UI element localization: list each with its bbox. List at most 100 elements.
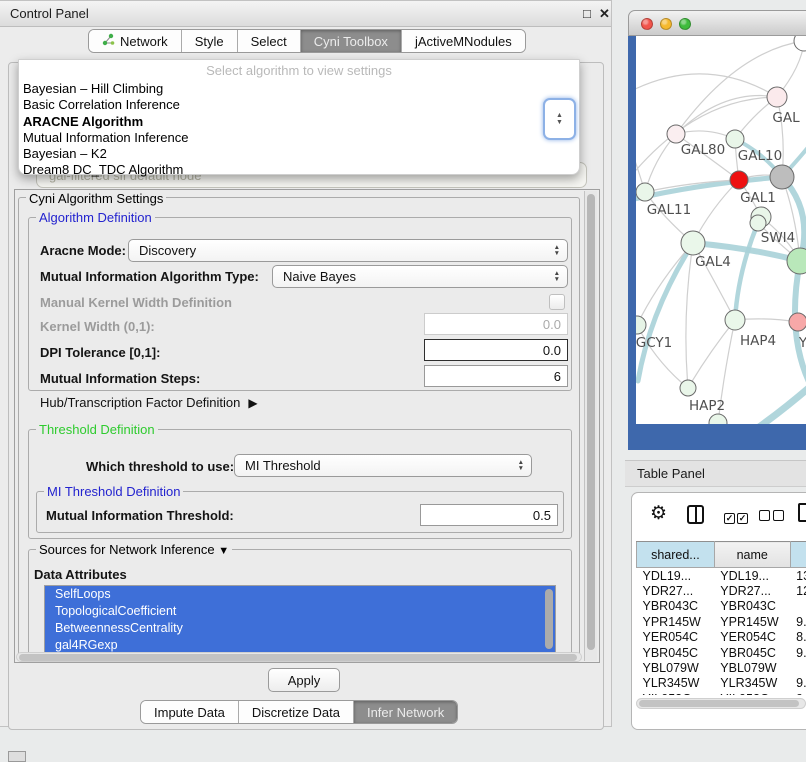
settings-vertical-scrollbar[interactable] [584,191,597,661]
network-edge [686,243,693,388]
table-cell: YLR345W [714,676,790,691]
table-row[interactable]: YIL052CYIL052C9 [637,691,806,695]
network-node[interactable] [770,165,794,189]
checked-checkboxes-icon[interactable]: ✓✓ [724,508,748,526]
mi-threshold-label: Mutual Information Threshold: [46,508,234,523]
table-cell: YPR145W [637,614,715,629]
network-edge [645,134,676,192]
table-cell: YBR043C [714,599,790,614]
which-threshold-combobox[interactable]: MI Threshold ▲▼ [234,454,532,477]
tab-infer-network[interactable]: Infer Network [354,701,457,723]
algorithm-option[interactable]: Dream8 DC_TDC Algorithm [19,162,579,178]
algorithm-option[interactable]: ARACNE Algorithm [19,114,579,130]
hub-definition-toggle[interactable]: Hub/Transcription Factor Definition▶ [40,395,258,410]
network-canvas[interactable]: GALGAL80GAL10GAL1GAL11SWI4GAL4GCY1HAP4YH… [636,36,806,424]
attributes-scrollbar[interactable] [543,587,554,653]
kernel-width-field[interactable]: 0.0 [424,313,568,335]
network-node[interactable] [636,316,646,334]
settings-gear-icon[interactable]: ⚙ [650,502,667,525]
dpi-tolerance-value: 0.0 [543,343,561,358]
split-columns-icon[interactable] [687,505,704,524]
network-window-titlebar[interactable] [628,10,806,36]
dpi-tolerance-label: DPI Tolerance [0,1]: [40,345,160,360]
network-node[interactable] [680,380,696,396]
network-node[interactable] [667,125,685,143]
mi-steps-field[interactable]: 6 [424,365,568,387]
table-row[interactable]: YDR27...YDR27...12 [637,583,806,598]
network-node[interactable] [709,414,727,424]
tab-style[interactable]: Style [182,30,238,52]
network-node[interactable] [726,130,744,148]
network-edge-thick [735,223,758,320]
tab-cyni-toolbox[interactable]: Cyni Toolbox [301,30,402,52]
bottom-tab-bar: Impute DataDiscretize DataInfer Network [140,700,458,724]
collapse-down-icon: ▼ [218,545,229,557]
node-label: GCY1 [636,335,672,351]
expand-right-icon: ▶ [248,396,257,410]
threshold-title: Threshold Definition [36,422,158,437]
network-node[interactable] [730,171,748,189]
network-node[interactable] [681,231,705,255]
network-selection-border: GALGAL80GAL10GAL1GAL11SWI4GAL4GCY1HAP4YH… [628,36,806,450]
network-node[interactable] [794,36,806,51]
table-row[interactable]: YDL19...YDL19...13 [637,568,806,584]
table-row[interactable]: YER054CYER054C8. [637,630,806,645]
node-label: GAL11 [647,202,691,218]
table-row[interactable]: YBR045CYBR045C9. [637,645,806,660]
dpi-tolerance-field[interactable]: 0.0 [424,339,568,361]
algorithm-option[interactable]: Mutual Information Inference [19,130,579,146]
zoom-traffic-light-icon[interactable] [679,18,691,30]
sources-title[interactable]: Sources for Network Inference ▼ [36,542,232,557]
network-node[interactable] [636,183,654,201]
table-horizontal-scrollbar[interactable] [636,698,806,709]
node-label: GAL4 [695,254,731,270]
column-header[interactable] [790,542,806,568]
attribute-item[interactable]: gal4RGexp [45,637,555,653]
data-attributes-list[interactable]: SelfLoopsTopologicalCoefficientBetweenne… [44,585,556,653]
close-traffic-light-icon[interactable] [641,18,653,30]
focused-spinner-fragment[interactable]: ▲ ▼ [543,98,576,140]
node-label: GAL80 [681,142,725,158]
attribute-item[interactable]: BetweennessCentrality [45,620,555,637]
table-row[interactable]: YLR345WYLR345W9. [637,676,806,691]
tab-label: Cyni Toolbox [314,34,388,49]
network-node[interactable] [750,215,766,231]
tab-select[interactable]: Select [238,30,301,52]
network-node[interactable] [789,313,806,331]
table-cell: YBR045C [714,645,790,660]
file-icon[interactable] [798,503,806,522]
table-cell: 9. [790,614,806,629]
minimize-traffic-light-icon[interactable] [660,18,672,30]
sources-title-text: Sources for Network Inference [39,542,215,557]
algorithm-option[interactable]: Bayesian – Hill Climbing [19,81,579,97]
unchecked-checkboxes-icon[interactable] [759,508,784,526]
close-icon[interactable]: ✕ [599,1,610,26]
bottom-left-button-fragment[interactable] [8,751,26,762]
table-row[interactable]: YBL079WYBL079W [637,660,806,675]
column-header[interactable]: shared... [637,542,715,568]
table-panel-header: Table Panel [625,460,806,487]
which-threshold-value: MI Threshold [245,458,321,473]
mi-threshold-field[interactable]: 0.5 [420,504,558,526]
attribute-item[interactable]: TopologicalCoefficient [45,603,555,620]
tab-impute-data[interactable]: Impute Data [141,701,239,723]
network-node[interactable] [725,310,745,330]
apply-button[interactable]: Apply [268,668,340,692]
manual-kernel-checkbox[interactable] [549,294,565,310]
table-row[interactable]: YPR145WYPR145W9. [637,614,806,629]
attribute-item[interactable]: SelfLoops [45,586,555,603]
settings-horizontal-scrollbar[interactable] [16,652,582,662]
mi-type-combobox[interactable]: Naive Bayes ▲▼ [272,265,568,288]
tab-discretize-data[interactable]: Discretize Data [239,701,354,723]
network-view-window: GALGAL80GAL10GAL1GAL11SWI4GAL4GCY1HAP4YH… [628,10,806,450]
table-cell: YBR043C [637,599,715,614]
algorithm-option[interactable]: Bayesian – K2 [19,146,579,162]
network-node[interactable] [767,87,787,107]
table-row[interactable]: YBR043CYBR043C [637,599,806,614]
tab-network[interactable]: Network [89,30,182,52]
float-window-icon[interactable]: □ [583,1,591,26]
tab-jactivemnodules[interactable]: jActiveMNodules [402,30,525,52]
algorithm-option[interactable]: Basic Correlation Inference [19,97,579,113]
column-header[interactable]: name [714,542,790,568]
aracne-mode-combobox[interactable]: Discovery ▲▼ [128,239,568,262]
